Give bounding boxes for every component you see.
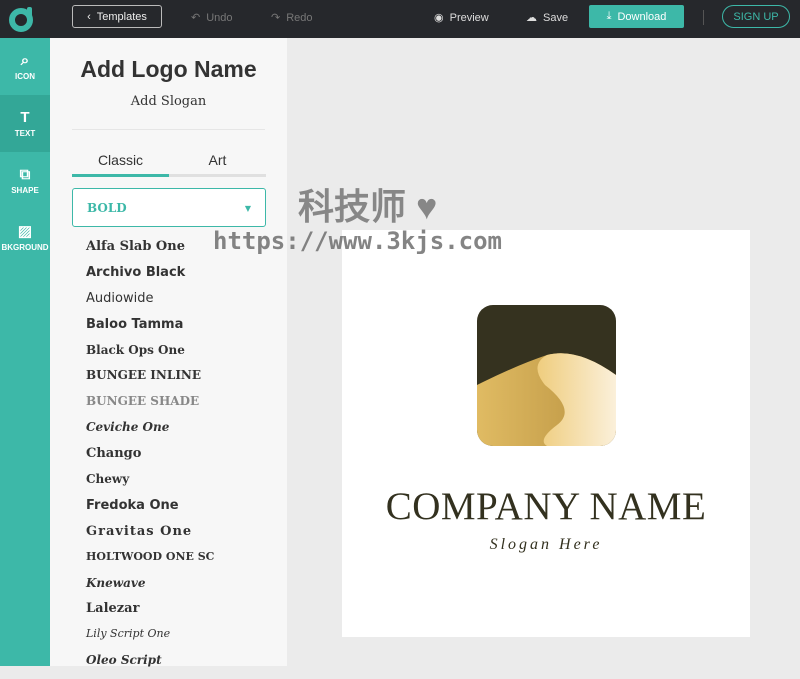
download-button[interactable]: ⤓ Download: [589, 5, 684, 28]
font-item[interactable]: Oleo Script: [86, 653, 214, 679]
background-icon: ▨: [17, 222, 33, 240]
app-logo[interactable]: [8, 4, 36, 32]
font-item[interactable]: Lily Script One: [86, 627, 214, 653]
company-name[interactable]: COMPANY NAME: [342, 484, 750, 529]
tab-classic[interactable]: Classic: [72, 152, 169, 168]
templates-button[interactable]: ‹ Templates: [72, 5, 162, 28]
divider: [72, 129, 265, 130]
font-item[interactable]: BUNGEE SHADE: [86, 394, 214, 420]
redo-icon: ↷: [271, 12, 281, 24]
top-bar: ‹ Templates ↶ Undo ↷ Redo ◉ Preview ☁ Save ⤓ D…: [0, 0, 800, 38]
font-item[interactable]: Audiowide: [86, 291, 214, 317]
rail-item-shape[interactable]: ⧉ SHAPE: [0, 152, 50, 209]
font-item[interactable]: Gravitas One: [86, 524, 214, 550]
redo-button[interactable]: ↷ Redo: [271, 11, 313, 25]
tool-rail: ⌕ ICON T TEXT ⧉ SHAPE ▨ BKGROUND: [0, 38, 50, 666]
rail-item-text[interactable]: T TEXT: [0, 95, 50, 152]
divider: [703, 10, 704, 25]
font-item[interactable]: Fredoka One: [86, 498, 214, 524]
cloud-upload-icon: ☁: [526, 12, 537, 24]
heart-icon: ♥: [416, 186, 438, 227]
font-list: Alfa Slab One Archivo Black Audiowide Ba…: [86, 239, 214, 679]
font-item[interactable]: Black Ops One: [86, 343, 214, 369]
font-item[interactable]: Knewave: [86, 576, 214, 602]
font-item[interactable]: Alfa Slab One: [86, 239, 214, 265]
caret-down-icon: ▼: [244, 202, 251, 213]
chevron-left-icon: ‹: [87, 10, 91, 23]
font-item[interactable]: Lalezar: [86, 601, 214, 627]
preview-button[interactable]: ◉ Preview: [434, 11, 489, 25]
font-item[interactable]: Chango: [86, 446, 214, 472]
shape-icon: ⧉: [19, 165, 31, 183]
company-slogan[interactable]: Slogan Here: [342, 536, 750, 554]
signup-button[interactable]: SIGN UP: [722, 5, 790, 28]
download-icon: ⤓: [606, 10, 612, 22]
watermark-url: https://www.3kjs.com: [213, 227, 502, 255]
add-logo-name[interactable]: Add Logo Name: [50, 56, 287, 83]
undo-button[interactable]: ↶ Undo: [191, 11, 233, 25]
font-item[interactable]: Baloo Tamma: [86, 317, 214, 343]
eye-icon: ◉: [434, 12, 444, 24]
desert-dune-logo-mark[interactable]: [477, 305, 616, 446]
font-item[interactable]: HOLTWOOD ONE SC: [86, 550, 214, 576]
font-item[interactable]: Ceviche One: [86, 420, 214, 446]
rail-item-background[interactable]: ▨ BKGROUND: [0, 209, 50, 266]
text-icon: T: [20, 108, 30, 126]
font-item[interactable]: Chewy: [86, 472, 214, 498]
font-category-select[interactable]: BOLD ▼: [72, 188, 266, 227]
watermark: 科技师 ♥: [298, 186, 438, 227]
rail-item-icon[interactable]: ⌕ ICON: [0, 38, 50, 95]
font-item[interactable]: BUNGEE INLINE: [86, 368, 214, 394]
font-item[interactable]: Archivo Black: [86, 265, 214, 291]
add-slogan[interactable]: Add Slogan: [50, 94, 287, 109]
text-panel: Add Logo Name Add Slogan Classic Art BOL…: [50, 38, 287, 667]
tab-art[interactable]: Art: [169, 152, 266, 168]
logo-canvas[interactable]: COMPANY NAME Slogan Here: [342, 230, 750, 637]
tab-indicator: [72, 174, 266, 177]
undo-icon: ↶: [191, 12, 201, 24]
search-icon: ⌕: [20, 51, 30, 69]
save-button[interactable]: ☁ Save: [526, 11, 568, 25]
